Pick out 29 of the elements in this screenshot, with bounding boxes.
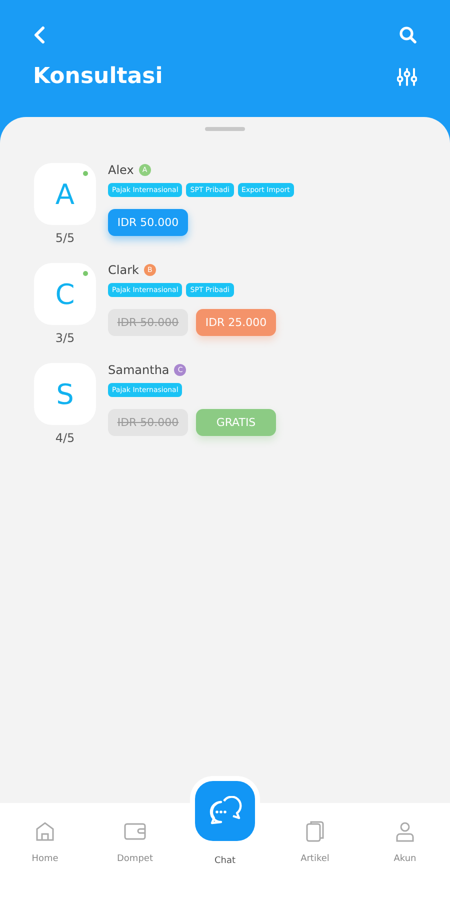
consultant-name: Alex [108,163,134,177]
avatar-tile[interactable]: A [34,163,96,225]
price-button[interactable]: IDR 50.000 [108,209,188,236]
price-button[interactable]: IDR 25.000 [196,309,276,336]
nav-label[interactable]: Chat [214,856,236,866]
page-title: Konsultasi [33,64,163,89]
consultant-name: Samantha [108,363,170,377]
nav-label[interactable]: Dompet [117,854,153,864]
user-icon[interactable] [394,820,416,842]
nav-label[interactable]: Artikel [300,854,330,864]
rating-text: 5/5 [55,231,75,245]
chat-icon [208,796,242,826]
back-icon[interactable] [33,26,47,44]
chat-button[interactable] [195,781,255,841]
consultant-name: Clark [108,263,139,277]
nav-label[interactable]: Akun [394,854,416,864]
price-button[interactable]: IDR 50.000 [108,409,188,436]
document-icon[interactable] [304,820,326,842]
rating-text: 4/5 [55,431,75,445]
avatar-tile[interactable]: C [34,263,96,325]
price-button[interactable]: GRATIS [196,409,276,436]
nav-label[interactable]: Home [32,854,58,864]
filter-icon[interactable] [397,68,417,86]
rating-text: 3/5 [55,331,75,345]
home-icon[interactable] [34,820,56,842]
price-button[interactable]: IDR 50.000 [108,309,188,336]
drag-handle[interactable] [205,127,245,131]
search-icon[interactable] [399,26,417,44]
avatar-tile[interactable]: S [34,363,96,425]
